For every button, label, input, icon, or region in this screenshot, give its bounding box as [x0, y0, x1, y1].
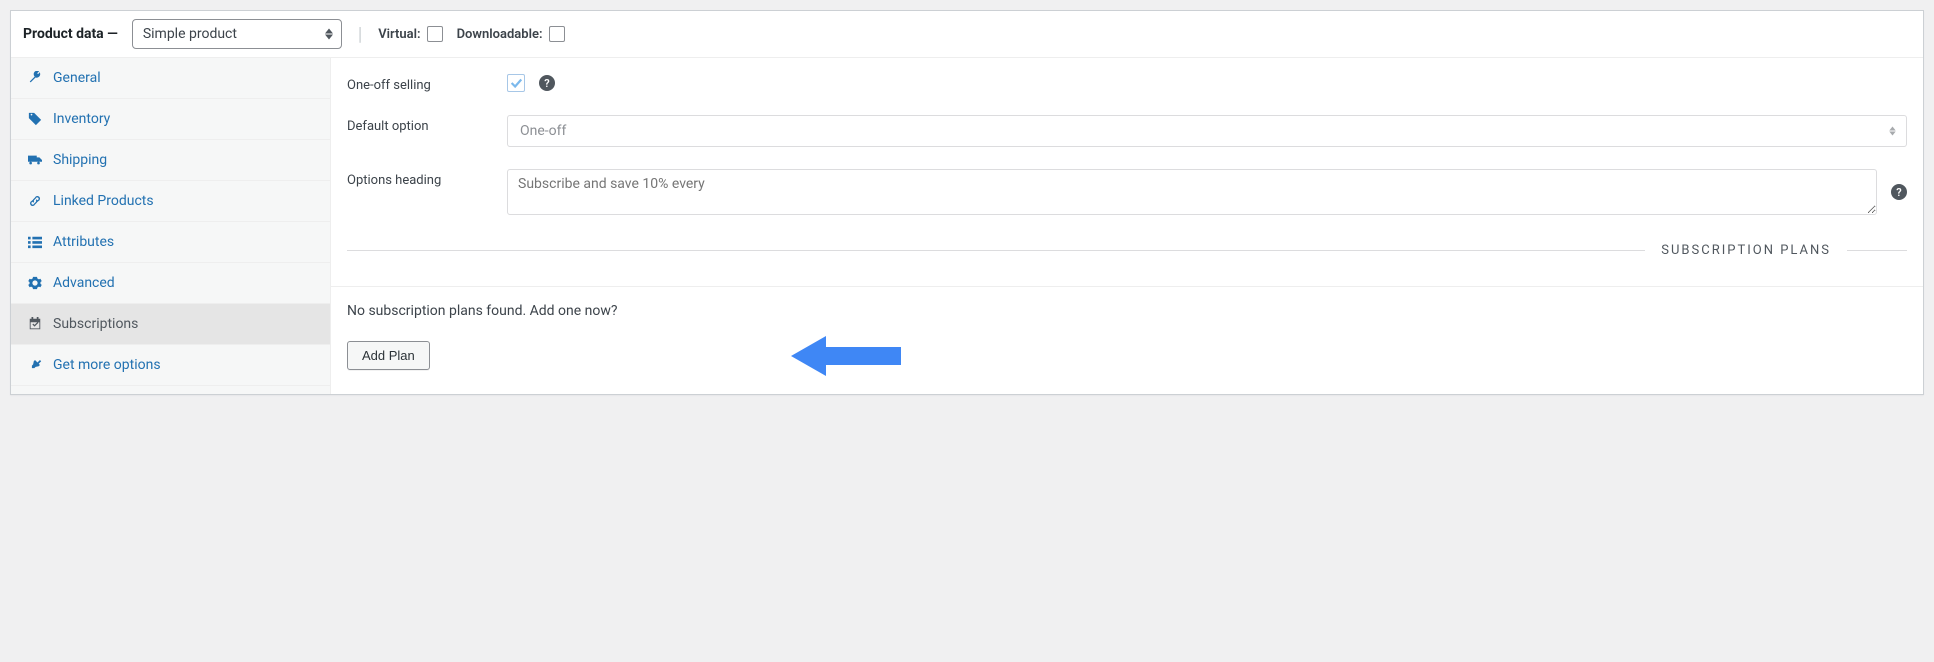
plug-icon: [27, 357, 43, 373]
tab-linked-products[interactable]: Linked Products: [11, 181, 330, 222]
tab-advanced[interactable]: Advanced: [11, 263, 330, 304]
tab-label: General: [53, 70, 101, 86]
tab-shipping[interactable]: Shipping: [11, 140, 330, 181]
tab-attributes[interactable]: Attributes: [11, 222, 330, 263]
arrow-callout: [791, 332, 901, 384]
tab-label: Advanced: [53, 275, 115, 291]
no-plans-message: No subscription plans found. Add one now…: [347, 303, 1907, 319]
product-data-panel: Product data — Simple product | Virtual:…: [10, 10, 1924, 395]
downloadable-checkbox[interactable]: [549, 26, 565, 42]
tab-label: Shipping: [53, 152, 107, 168]
subscription-plans-divider: SUBSCRIPTION PLANS: [331, 243, 1923, 258]
subscriptions-content: One-off selling ? Default option One-off: [331, 58, 1923, 394]
add-plan-button[interactable]: Add Plan: [347, 341, 430, 370]
chevron-updown-icon: [325, 29, 333, 40]
chevron-updown-icon: [1889, 127, 1896, 136]
row-options-heading: Options heading ?: [347, 169, 1907, 215]
panel-header: Product data — Simple product | Virtual:…: [11, 11, 1923, 58]
options-heading-label: Options heading: [347, 169, 487, 188]
tab-label: Inventory: [53, 111, 110, 127]
help-icon[interactable]: ?: [1891, 184, 1907, 200]
subscription-plans-title: SUBSCRIPTION PLANS: [1661, 243, 1831, 258]
gear-icon: [27, 275, 43, 291]
options-heading-input[interactable]: [507, 169, 1877, 215]
link-icon: [27, 193, 43, 209]
default-option-label: Default option: [347, 115, 487, 134]
panel-body: General Inventory Shipping Linked Produc…: [11, 58, 1923, 394]
tab-label: Attributes: [53, 234, 114, 250]
divider-line: [1847, 250, 1907, 251]
virtual-label: Virtual:: [378, 27, 420, 42]
default-option-select[interactable]: One-off: [507, 115, 1907, 147]
virtual-option[interactable]: Virtual:: [378, 26, 442, 42]
tab-general[interactable]: General: [11, 58, 330, 99]
row-default-option: Default option One-off: [347, 115, 1907, 147]
calendar-check-icon: [27, 316, 43, 332]
tab-subscriptions[interactable]: Subscriptions: [11, 304, 330, 345]
tag-icon: [27, 111, 43, 127]
header-separator: |: [358, 24, 362, 45]
one-off-selling-checkbox[interactable]: [507, 74, 525, 92]
default-option-value: One-off: [520, 123, 566, 139]
product-type-value: Simple product: [143, 26, 237, 42]
tab-label: Get more options: [53, 357, 161, 373]
help-icon[interactable]: ?: [539, 75, 555, 91]
row-one-off-selling: One-off selling ?: [347, 74, 1907, 93]
product-type-select[interactable]: Simple product: [132, 19, 342, 49]
wrench-icon: [27, 70, 43, 86]
panel-title: Product data —: [23, 26, 118, 42]
truck-icon: [27, 152, 43, 168]
divider-line: [347, 250, 1645, 251]
tab-get-more-options[interactable]: Get more options: [11, 345, 330, 386]
product-data-tabs: General Inventory Shipping Linked Produc…: [11, 58, 331, 394]
tab-inventory[interactable]: Inventory: [11, 99, 330, 140]
plans-section: No subscription plans found. Add one now…: [331, 286, 1923, 370]
virtual-checkbox[interactable]: [427, 26, 443, 42]
one-off-selling-label: One-off selling: [347, 74, 487, 93]
downloadable-label: Downloadable:: [457, 27, 543, 42]
list-icon: [27, 234, 43, 250]
tab-label: Linked Products: [53, 193, 154, 209]
tab-label: Subscriptions: [53, 316, 138, 332]
downloadable-option[interactable]: Downloadable:: [457, 26, 565, 42]
